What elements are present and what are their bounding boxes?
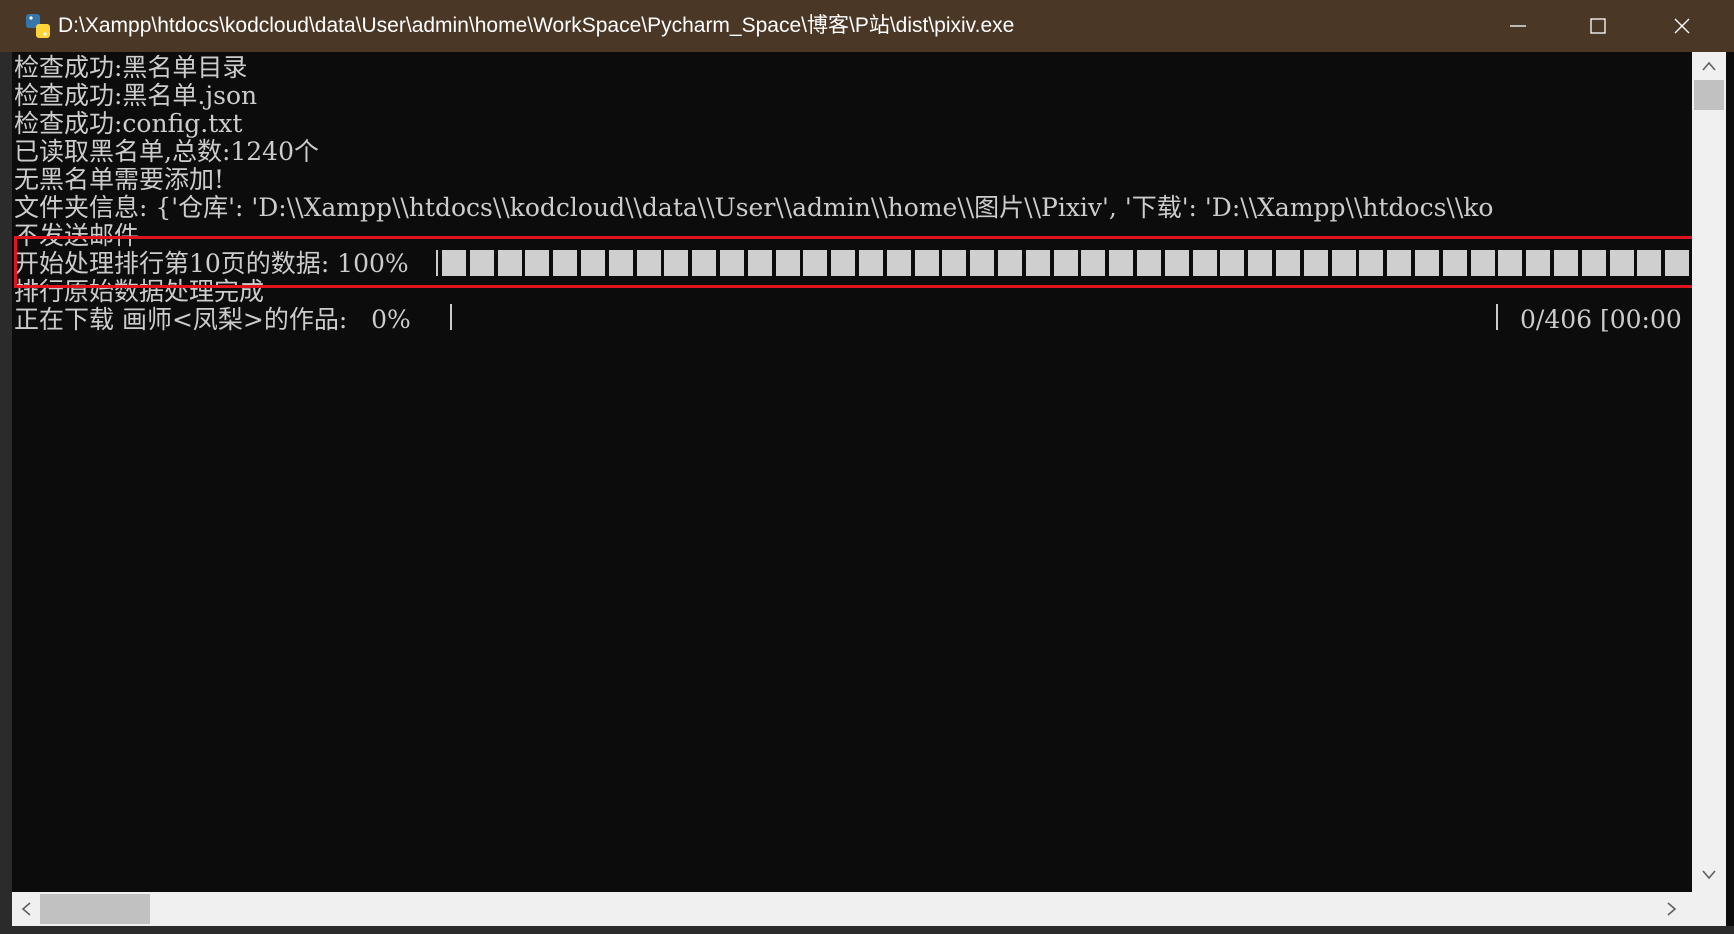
close-icon <box>1674 18 1690 34</box>
download-progress-label: 正在下载 画师<凤梨>的作品: 0% <box>14 305 411 334</box>
scroll-up-arrow-icon[interactable] <box>1701 60 1717 72</box>
console-output[interactable]: 检查成功:黑名单目录 检查成功:黑名单.json 检查成功:config.txt… <box>12 52 1692 892</box>
download-count-status: 0/406 [00:00 <box>1520 305 1682 334</box>
scroll-down-arrow-icon[interactable] <box>1701 869 1717 881</box>
close-button[interactable] <box>1642 0 1722 52</box>
scroll-left-arrow-icon[interactable] <box>20 901 32 917</box>
console-line: 已读取黑名单,总数:1240个 <box>14 137 319 166</box>
download-progress-bar-left-edge <box>450 304 452 330</box>
console-line: 检查成功:黑名单.json <box>14 81 258 110</box>
window-bottom-border <box>0 926 1734 934</box>
horizontal-scroll-thumb[interactable] <box>40 894 150 924</box>
python-icon <box>24 12 52 40</box>
console-window: D:\Xampp\htdocs\kodcloud\data\User\admin… <box>0 0 1734 934</box>
scroll-right-arrow-icon[interactable] <box>1666 901 1678 917</box>
title-bar[interactable]: D:\Xampp\htdocs\kodcloud\data\User\admin… <box>0 0 1734 52</box>
window-left-border <box>0 52 12 934</box>
horizontal-scrollbar[interactable] <box>12 892 1692 926</box>
vertical-scrollbar[interactable] <box>1692 52 1726 892</box>
minimize-button[interactable] <box>1478 0 1558 52</box>
maximize-icon <box>1590 18 1606 34</box>
console-line: 无黑名单需要添加! <box>14 165 225 194</box>
minimize-icon <box>1510 25 1526 27</box>
scrollbar-corner <box>1692 892 1726 926</box>
console-line: 检查成功:config.txt <box>14 109 243 138</box>
maximize-button[interactable] <box>1558 0 1638 52</box>
vertical-scroll-thumb[interactable] <box>1694 80 1724 110</box>
console-line: 检查成功:黑名单目录 <box>14 53 248 82</box>
highlight-box <box>14 236 1696 288</box>
download-progress-bar-right-edge <box>1496 304 1498 330</box>
window-title: D:\Xampp\htdocs\kodcloud\data\User\admin… <box>58 14 1015 37</box>
console-line: 文件夹信息: {'仓库': 'D:\\Xampp\\htdocs\\kodclo… <box>14 193 1494 222</box>
